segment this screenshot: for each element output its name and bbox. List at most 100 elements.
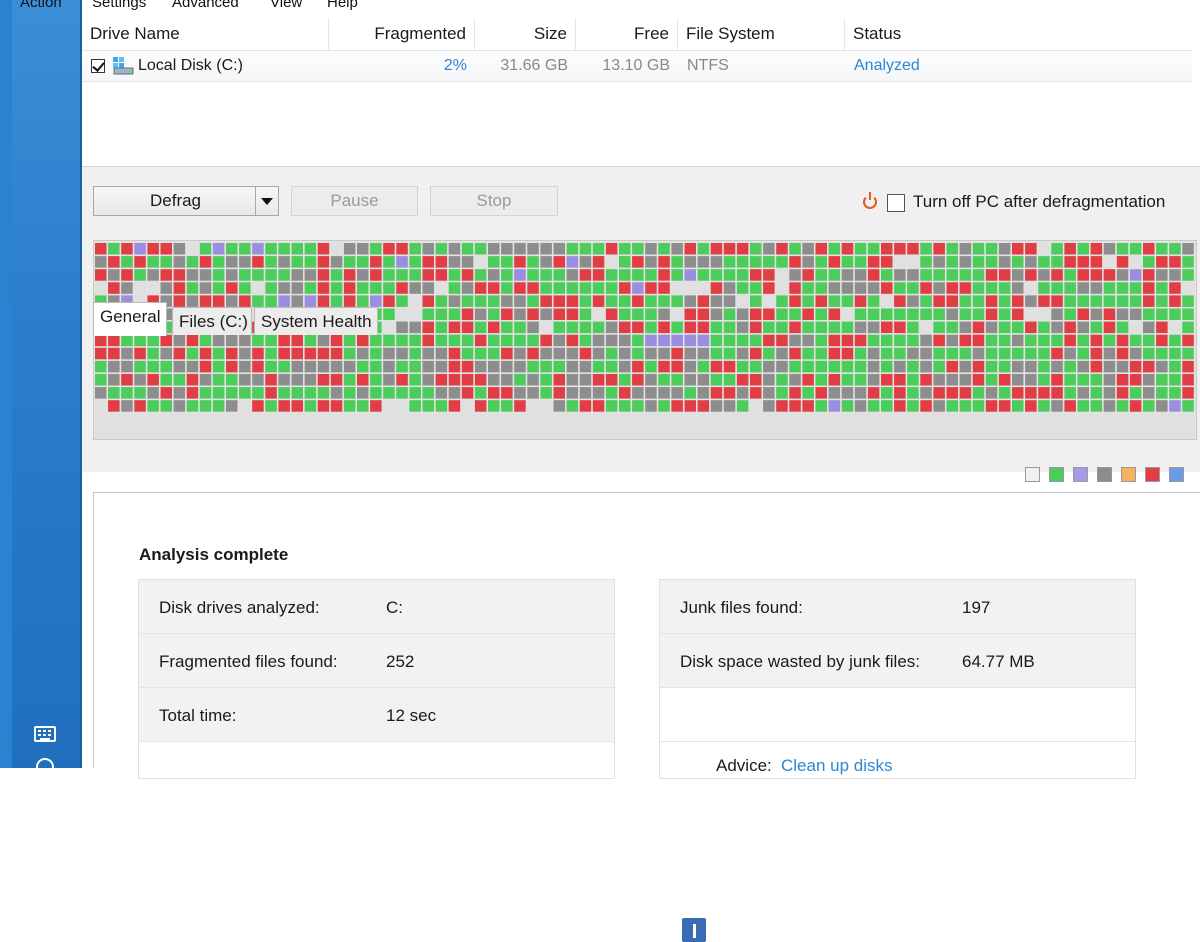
cluster-block [265,348,277,360]
cluster-block [960,348,972,360]
cluster-block [698,413,710,425]
cluster-block [436,309,448,321]
stop-button[interactable]: Stop [430,186,558,216]
cluster-block [174,426,186,438]
cluster-block [999,322,1011,334]
cluster-block [763,282,775,294]
cluster-block [318,256,330,268]
column-drive-name[interactable]: Drive Name [82,18,329,50]
cluster-block [907,426,919,438]
drive-checkbox[interactable] [91,59,105,73]
cluster-block [881,335,893,347]
cluster-block [383,309,395,321]
cluster-block [409,335,421,347]
cluster-block [645,335,657,347]
cluster-block [619,243,631,255]
cluster-block [174,387,186,399]
cluster-block [868,400,880,412]
cluster-block [593,426,605,438]
cluster-block [344,426,356,438]
drive-row[interactable]: Local Disk (C:) 2% 31.66 GB 13.10 GB NTF… [82,51,1192,82]
cluster-block [973,413,985,425]
cluster-block [239,335,251,347]
defrag-dropdown-arrow-icon[interactable] [255,187,278,215]
cluster-block [475,295,487,307]
cluster-block [920,309,932,321]
cluster-block [881,269,893,281]
cluster-block [711,335,723,347]
cluster-block [789,413,801,425]
cluster-block [1091,361,1103,373]
cluster-block [1117,295,1129,307]
cluster-block [1169,413,1181,425]
tab-general[interactable]: General [93,302,167,336]
column-status[interactable]: Status [845,18,1192,50]
cluster-block [370,243,382,255]
cluster-block [540,322,552,334]
keyboard-icon[interactable] [34,726,56,742]
turn-off-pc-label[interactable]: Turn off PC after defragmentation [913,192,1165,212]
cluster-block [881,256,893,268]
turn-off-pc-checkbox[interactable] [887,194,905,212]
cluster-block [606,413,618,425]
cluster-block [960,413,972,425]
cluster-block [1091,282,1103,294]
cluster-block [1051,426,1063,438]
cluster-block [960,374,972,386]
cluster-block [265,374,277,386]
tab-files[interactable]: Files (C:) [172,307,252,335]
cluster-block [894,361,906,373]
cluster-block [907,322,919,334]
column-file-system[interactable]: File System [678,18,845,50]
cluster-block [671,348,683,360]
cluster-block [1156,269,1168,281]
cluster-block [907,374,919,386]
cluster-block [789,348,801,360]
cluster-block [947,387,959,399]
cluster-block [95,256,107,268]
cluster-block [960,400,972,412]
cluster-block [711,322,723,334]
menu-item-action[interactable]: Action [20,0,62,11]
cluster-block [265,413,277,425]
start-circle-icon[interactable] [36,758,54,776]
cluster-block [305,256,317,268]
cluster-block [763,361,775,373]
cluster-block [423,387,435,399]
column-fragmented[interactable]: Fragmented [329,18,475,50]
cluster-block [920,426,932,438]
cluster-block [554,400,566,412]
cluster-block [789,243,801,255]
cluster-block [370,335,382,347]
cluster-block [1025,400,1037,412]
cluster-block [593,335,605,347]
cluster-block [1078,243,1090,255]
cluster-block [567,426,579,438]
cluster-block [894,322,906,334]
cluster-block [1182,413,1194,425]
pause-button[interactable]: Pause [291,186,418,216]
cluster-block [292,256,304,268]
cluster-block [737,374,749,386]
cluster-block [999,295,1011,307]
cluster-block [383,256,395,268]
column-free-space[interactable]: Free Space [576,18,678,50]
cluster-block [1064,256,1076,268]
cluster-block [540,282,552,294]
cluster-block [331,361,343,373]
cluster-block [789,295,801,307]
cluster-block [278,387,290,399]
defrag-button[interactable]: Defrag [93,186,279,216]
cluster-block [1169,426,1181,438]
cluster-block [462,348,474,360]
cluster-block [606,322,618,334]
cluster-block [423,348,435,360]
cluster-block [449,335,461,347]
cluster-block [331,400,343,412]
cluster-block [1038,387,1050,399]
clean-up-disks-link[interactable]: Clean up disks [781,756,893,776]
tab-system-health[interactable]: System Health [254,307,378,335]
cluster-block [685,400,697,412]
cluster-block [593,243,605,255]
column-size[interactable]: Size [475,18,576,50]
